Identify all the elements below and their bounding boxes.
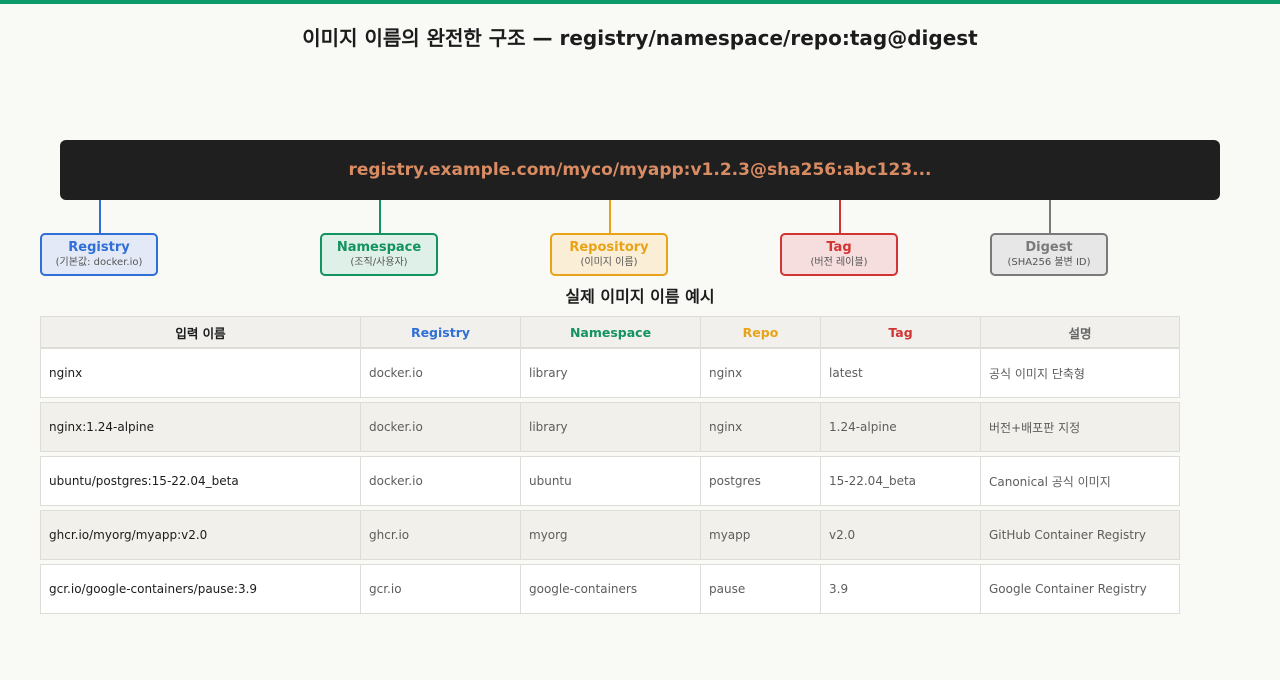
digest-note: (SHA256 불변 ID) xyxy=(1007,257,1091,268)
cell-registry: gcr.io xyxy=(360,564,521,614)
table-title: 실제 이미지 이름 예시 xyxy=(565,287,715,306)
full-image-name: registry.example.com/myco/myapp:v1.2.3@s… xyxy=(348,160,932,180)
tag-note: (버전 레이블) xyxy=(810,257,868,268)
cell-input-name: ghcr.io/myorg/myapp:v2.0 xyxy=(40,510,361,560)
tag-box: Tag (버전 레이블) xyxy=(780,233,898,276)
cell-tag: 15-22.04_beta xyxy=(820,456,981,506)
cell-registry: docker.io xyxy=(360,456,521,506)
namespace-label: Namespace xyxy=(336,240,422,255)
header-description: 설명 xyxy=(980,316,1180,348)
cell-namespace: library xyxy=(520,402,701,452)
cell-tag: 3.9 xyxy=(820,564,981,614)
registry-label: Registry xyxy=(68,240,130,255)
examples-table: 입력 이름 Registry Namespace Repo Tag 설명 ngi… xyxy=(40,316,1180,618)
repository-note: (이미지 이름) xyxy=(580,257,638,268)
registry-note: (기본값: docker.io) xyxy=(55,257,143,268)
table-row: ubuntu/postgres:15-22.04_beta docker.io … xyxy=(40,456,1180,506)
cell-namespace: myorg xyxy=(520,510,701,560)
cell-tag: v2.0 xyxy=(820,510,981,560)
table-row: nginx:1.24-alpine docker.io library ngin… xyxy=(40,402,1180,452)
registry-connector xyxy=(99,200,101,234)
namespace-box: Namespace (조직/사용자) xyxy=(320,233,438,276)
digest-connector xyxy=(1049,200,1051,234)
repository-connector xyxy=(609,200,611,234)
cell-repo: nginx xyxy=(700,348,821,398)
cell-repo: myapp xyxy=(700,510,821,560)
table-row: ghcr.io/myorg/myapp:v2.0 ghcr.io myorg m… xyxy=(40,510,1180,560)
cell-registry: docker.io xyxy=(360,348,521,398)
cell-input-name: ubuntu/postgres:15-22.04_beta xyxy=(40,456,361,506)
full-image-name-bar: registry.example.com/myco/myapp:v1.2.3@s… xyxy=(60,140,1220,200)
page-title: 이미지 이름의 완전한 구조 — registry/namespace/repo… xyxy=(302,26,978,50)
header-tag: Tag xyxy=(820,316,981,348)
repository-label: Repository xyxy=(569,240,649,255)
cell-tag: 1.24-alpine xyxy=(820,402,981,452)
namespace-connector xyxy=(379,200,381,234)
table-header-row: 입력 이름 Registry Namespace Repo Tag 설명 xyxy=(40,316,1180,348)
accent-top-bar xyxy=(0,0,1280,4)
cell-registry: ghcr.io xyxy=(360,510,521,560)
digest-label: Digest xyxy=(1025,240,1073,255)
table-row: gcr.io/google-containers/pause:3.9 gcr.i… xyxy=(40,564,1180,614)
cell-description: 버전+배포판 지정 xyxy=(980,402,1180,452)
tag-label: Tag xyxy=(826,240,852,255)
cell-namespace: library xyxy=(520,348,701,398)
registry-box: Registry (기본값: docker.io) xyxy=(40,233,158,276)
cell-input-name: gcr.io/google-containers/pause:3.9 xyxy=(40,564,361,614)
cell-repo: pause xyxy=(700,564,821,614)
cell-namespace: google-containers xyxy=(520,564,701,614)
tag-connector xyxy=(839,200,841,234)
header-input-name: 입력 이름 xyxy=(40,316,361,348)
table-row: nginx docker.io library nginx latest 공식 … xyxy=(40,348,1180,398)
cell-description: Google Container Registry xyxy=(980,564,1180,614)
header-repo: Repo xyxy=(700,316,821,348)
cell-tag: latest xyxy=(820,348,981,398)
cell-input-name: nginx:1.24-alpine xyxy=(40,402,361,452)
cell-description: Canonical 공식 이미지 xyxy=(980,456,1180,506)
header-namespace: Namespace xyxy=(520,316,701,348)
digest-box: Digest (SHA256 불변 ID) xyxy=(990,233,1108,276)
cell-repo: postgres xyxy=(700,456,821,506)
cell-repo: nginx xyxy=(700,402,821,452)
cell-description: 공식 이미지 단축형 xyxy=(980,348,1180,398)
cell-input-name: nginx xyxy=(40,348,361,398)
cell-description: GitHub Container Registry xyxy=(980,510,1180,560)
repository-box: Repository (이미지 이름) xyxy=(550,233,668,276)
namespace-note: (조직/사용자) xyxy=(350,257,408,268)
header-registry: Registry xyxy=(360,316,521,348)
cell-registry: docker.io xyxy=(360,402,521,452)
cell-namespace: ubuntu xyxy=(520,456,701,506)
